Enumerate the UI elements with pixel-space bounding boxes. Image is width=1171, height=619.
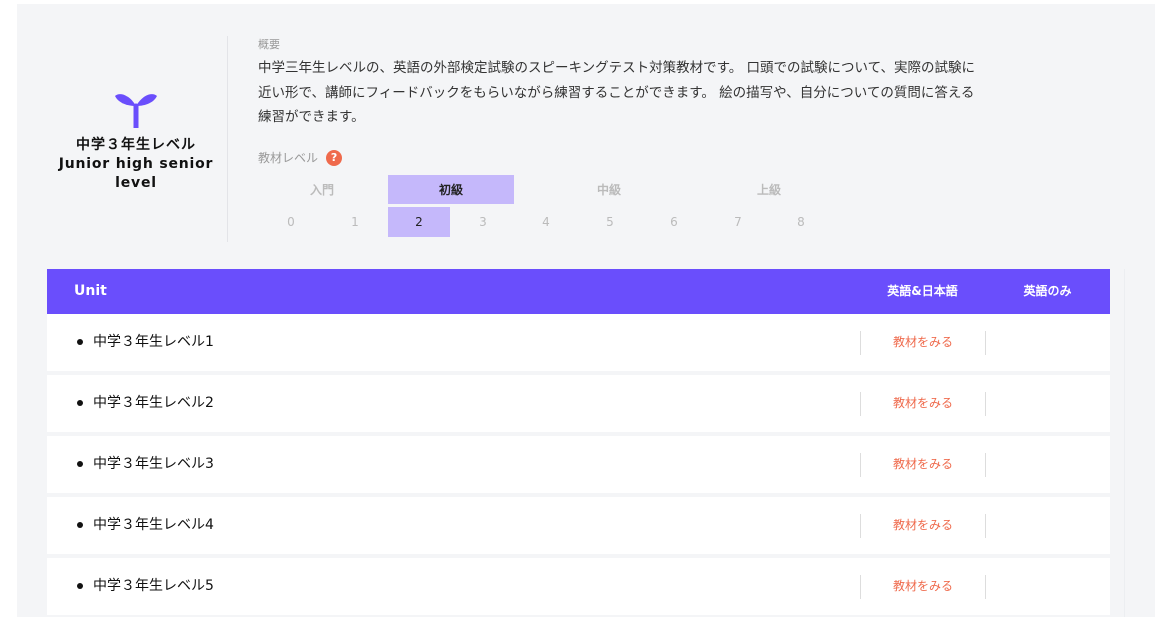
- unit-name-text: 中学３年生レベル5: [93, 578, 214, 594]
- table-right-border: [1124, 269, 1125, 617]
- level-number-2: 2: [388, 207, 450, 237]
- table-row: 中学３年生レベル3 教材をみる: [47, 436, 1110, 493]
- unit-name-text: 中学３年生レベル4: [93, 517, 214, 533]
- unit-table: Unit 英語&日本語 英語のみ 中学３年生レベル1 教材をみる 中学３年生レベ…: [47, 269, 1110, 619]
- column-divider: [985, 514, 986, 538]
- bullet-icon: [77, 521, 83, 528]
- level-category-advanced: 上級: [756, 183, 781, 197]
- view-material-link[interactable]: 教材をみる: [861, 436, 985, 493]
- unit-name: 中学３年生レベル5: [77, 558, 214, 615]
- view-material-link[interactable]: 教材をみる: [861, 497, 985, 554]
- sprout-icon: [115, 94, 157, 128]
- level-number-1: 1: [351, 215, 359, 229]
- table-row: 中学３年生レベル4 教材をみる: [47, 497, 1110, 554]
- bullet-icon: [77, 338, 83, 345]
- overview-section: 概要 中学三年生レベルの、英語の外部検定試験のスピーキングテスト対策教材です。 …: [258, 36, 978, 130]
- unit-name: 中学３年生レベル1: [77, 314, 214, 371]
- bullet-icon: [77, 460, 83, 467]
- unit-name-text: 中学３年生レベル1: [93, 334, 214, 350]
- header-unit: Unit: [74, 283, 107, 299]
- unit-name-text: 中学３年生レベル2: [93, 395, 214, 411]
- vertical-divider: [227, 36, 228, 242]
- level-label: 教材レベル: [258, 151, 319, 165]
- level-number-6: 6: [670, 215, 678, 229]
- level-category-beginner: 初級: [388, 175, 514, 204]
- table-header: Unit 英語&日本語 英語のみ: [47, 269, 1110, 314]
- column-divider: [985, 392, 986, 416]
- table-row: 中学３年生レベル1 教材をみる: [47, 314, 1110, 371]
- header-english-only: 英語のみ: [1023, 284, 1072, 298]
- view-material-link[interactable]: 教材をみる: [861, 314, 985, 371]
- bullet-icon: [77, 399, 83, 406]
- table-row: 中学３年生レベル2 教材をみる: [47, 375, 1110, 432]
- course-title-en: Junior high senior level: [58, 156, 214, 191]
- course-brand: 中学３年生レベル Junior high senior level: [47, 88, 225, 193]
- level-number-8: 8: [797, 215, 805, 229]
- column-divider: [985, 453, 986, 477]
- unit-name: 中学３年生レベル3: [77, 436, 214, 493]
- course-title-jp: 中学３年生レベル: [76, 137, 196, 153]
- unit-name-text: 中学３年生レベル3: [93, 456, 214, 472]
- level-category-intro: 入門: [309, 183, 334, 197]
- level-number-7: 7: [734, 215, 742, 229]
- help-icon[interactable]: ?: [326, 149, 343, 166]
- view-material-link[interactable]: 教材をみる: [861, 375, 985, 432]
- bullet-icon: [77, 582, 83, 589]
- level-number-3: 3: [479, 215, 487, 229]
- level-number-4: 4: [542, 215, 550, 229]
- column-divider: [985, 331, 986, 355]
- level-number-5: 5: [606, 215, 614, 229]
- header-bilingual: 英語&日本語: [887, 284, 958, 298]
- unit-name: 中学３年生レベル4: [77, 497, 214, 554]
- overview-label: 概要: [258, 38, 280, 51]
- level-label-row: 教材レベル ?: [258, 149, 343, 166]
- view-material-link[interactable]: 教材をみる: [861, 558, 985, 615]
- level-category-intermediate: 中級: [596, 183, 621, 197]
- column-divider: [985, 575, 986, 599]
- unit-name: 中学３年生レベル2: [77, 375, 214, 432]
- table-row: 中学３年生レベル5 教材をみる: [47, 558, 1110, 615]
- level-number-0: 0: [287, 215, 295, 229]
- overview-text: 中学三年生レベルの、英語の外部検定試験のスピーキングテスト対策教材です。 口頭で…: [258, 60, 975, 125]
